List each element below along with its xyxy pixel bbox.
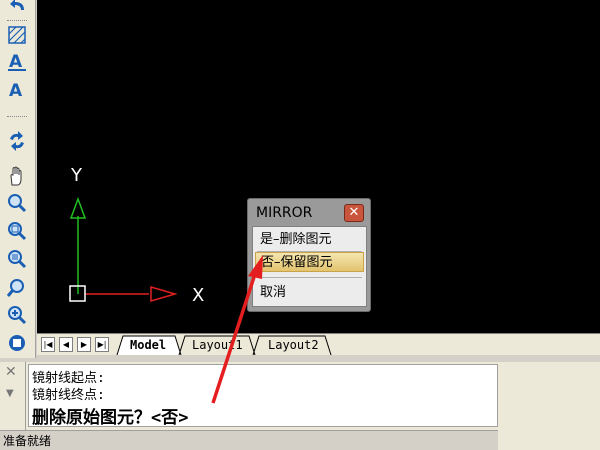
zoom-scale-icon[interactable] [6, 276, 28, 298]
command-area-filler [498, 362, 600, 430]
status-text: 准备就绪 [3, 434, 52, 448]
zoom-extents-icon[interactable] [6, 332, 28, 354]
undo-icon[interactable] [6, 0, 28, 18]
zoom-in-icon[interactable] [6, 304, 28, 326]
zoom-window-icon[interactable] [6, 220, 28, 242]
command-close-icon[interactable]: ✕ [5, 364, 17, 380]
mirror-popup-menu: MIRROR ✕ 是–删除图元 否–保留图元 取消 [247, 198, 371, 312]
popup-close-button[interactable]: ✕ [344, 204, 364, 222]
axis-x-label: X [192, 285, 204, 306]
command-window-handle: ✕ ▼ [0, 362, 26, 430]
first-tab-button[interactable]: |◀ [41, 337, 55, 352]
zoom-previous-icon[interactable] [6, 248, 28, 270]
popup-menu-body: 是–删除图元 否–保留图元 取消 [252, 226, 367, 307]
menu-item-cancel[interactable]: 取消 [255, 283, 364, 303]
text-icon[interactable]: A [6, 78, 28, 100]
popup-title: MIRROR [256, 205, 313, 221]
command-dropdown-icon[interactable]: ▼ [6, 388, 14, 399]
menu-item-delete-objects[interactable]: 是–删除图元 [255, 230, 364, 250]
redraw-icon[interactable] [6, 130, 28, 152]
command-line-2: 镜射线终点: [32, 388, 105, 403]
next-tab-button[interactable]: ▶ [77, 337, 91, 352]
tab-model[interactable]: Model [130, 336, 166, 354]
svg-text:A: A [9, 81, 23, 100]
toolbar-separator [7, 116, 27, 118]
menu-separator [257, 277, 362, 278]
status-bar-filler [498, 430, 600, 450]
prev-tab-button[interactable]: ◀ [59, 337, 73, 352]
axis-y-label: Y [70, 165, 83, 186]
menu-item-keep-objects[interactable]: 否–保留图元 [255, 252, 364, 272]
command-prompt[interactable]: 删除原始图元？<否> [32, 403, 188, 428]
x-axis-arrow [150, 286, 178, 302]
last-tab-button[interactable]: ▶| [95, 337, 109, 352]
pan-icon[interactable] [6, 165, 28, 187]
close-icon: ✕ [348, 205, 360, 220]
tab-layout2[interactable]: Layout2 [268, 336, 319, 354]
toolbar-separator [7, 20, 27, 22]
layout-tab-bar: |◀ ◀ ▶ ▶| Model Layout1 Layout2 [37, 333, 600, 356]
status-bar: 准备就绪 [0, 430, 498, 450]
y-axis-arrow [69, 196, 87, 219]
hatch-icon[interactable] [6, 24, 28, 46]
tab-layout1[interactable]: Layout1 [192, 336, 243, 354]
command-area: ✕ ▼ 镜射线起点: 镜射线终点: 删除原始图元？<否> [0, 362, 600, 430]
zoom-realtime-icon[interactable] [6, 192, 28, 214]
command-history[interactable]: 镜射线起点: 镜射线终点: 删除原始图元？<否> [28, 364, 498, 428]
multiline-text-icon[interactable]: A [6, 50, 28, 72]
draw-toolbar: A A [0, 0, 36, 358]
